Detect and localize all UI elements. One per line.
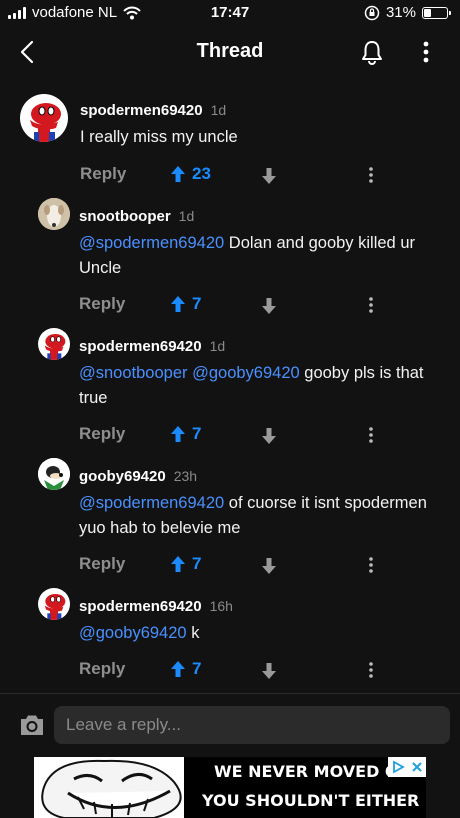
spiderman-avatar[interactable]: [20, 94, 68, 142]
thread-header: Thread: [0, 28, 460, 76]
upvote-arrow-icon: [171, 661, 185, 677]
comment: spodermen69420 1d I really miss my uncle …: [0, 90, 460, 200]
vote-count: 7: [192, 659, 202, 678]
mention-link[interactable]: @spodermen69420: [79, 234, 224, 252]
comment: spodermen69420 1d @snootbooper @gooby6942…: [0, 325, 460, 455]
goofy-avatar[interactable]: [38, 458, 70, 490]
comment-more-icon[interactable]: [367, 296, 375, 314]
status-bar: vodafone NL 17:47 31%: [0, 0, 460, 28]
username-text[interactable]: spodermen69420: [79, 598, 202, 615]
comment-more-icon[interactable]: [367, 166, 375, 184]
comment-time: 1d: [210, 102, 227, 118]
downvote-arrow-icon[interactable]: [261, 557, 277, 575]
username-text[interactable]: snootbooper: [79, 208, 171, 225]
comment-username[interactable]: spodermen69420 1d: [79, 338, 225, 355]
upvote-arrow-icon: [171, 556, 185, 572]
ad-banner[interactable]: WE NEVER MOVED O YOU SHOULDN'T EITHER: [34, 757, 426, 818]
comment-more-icon[interactable]: [367, 661, 375, 679]
mention-link[interactable]: @gooby69420: [192, 364, 300, 382]
vote-count: 7: [192, 554, 202, 573]
comment-time: 1d: [209, 338, 226, 354]
downvote-arrow-icon[interactable]: [261, 662, 277, 680]
upvote-arrow-icon: [171, 426, 185, 442]
spiderman-avatar[interactable]: [38, 588, 70, 620]
ad-subline: YOU SHOULDN'T EITHER: [202, 791, 420, 810]
comment-username[interactable]: spodermen69420 1d: [80, 102, 226, 119]
comment-username[interactable]: gooby69420 23h: [79, 468, 197, 485]
reply-button[interactable]: Reply: [79, 554, 125, 574]
username-text[interactable]: spodermen69420: [80, 102, 203, 119]
upvote-button[interactable]: 7: [170, 294, 201, 314]
camera-icon[interactable]: [18, 712, 46, 738]
close-icon[interactable]: [411, 761, 423, 773]
battery-percent: 31%: [385, 4, 416, 21]
upvote-button[interactable]: 7: [170, 554, 201, 574]
reply-button[interactable]: Reply: [79, 424, 125, 444]
downvote-arrow-icon[interactable]: [261, 427, 277, 445]
reply-button[interactable]: Reply: [79, 294, 125, 314]
mention-link[interactable]: @spodermen69420: [79, 494, 224, 512]
reply-button[interactable]: Reply: [80, 164, 126, 184]
orientation-lock-icon: [364, 5, 380, 20]
comment: gooby69420 23h @spodermen69420 of cuorse …: [0, 455, 460, 585]
comment: snootbooper 1d @spodermen69420 Dolan and …: [0, 195, 460, 325]
reply-input[interactable]: [54, 706, 450, 744]
status-right: 31%: [364, 4, 451, 21]
battery-icon: [422, 6, 451, 19]
comment: spodermen69420 16h @gooby69420 k Reply 7: [0, 585, 460, 690]
reply-compose-bar: [0, 694, 460, 756]
upvote-button[interactable]: 7: [170, 659, 201, 679]
vote-count: 7: [192, 294, 202, 313]
comment-time: 23h: [173, 468, 198, 484]
comment-time: 1d: [178, 208, 195, 224]
spiderman-avatar[interactable]: [38, 328, 70, 360]
username-text[interactable]: gooby69420: [79, 468, 166, 485]
comment-text: k: [191, 624, 200, 642]
comment-body: @spodermen69420 Dolan and gooby killed u…: [79, 231, 436, 281]
comment-time: 16h: [209, 598, 233, 614]
vote-count: 7: [192, 424, 202, 443]
adchoices-icon[interactable]: [391, 760, 405, 774]
username-text[interactable]: spodermen69420: [79, 338, 202, 355]
trollface-image: [34, 757, 214, 818]
upvote-button[interactable]: 23: [170, 164, 211, 184]
upvote-arrow-icon: [171, 296, 185, 312]
upvote-arrow-icon: [171, 166, 185, 182]
vote-count: 23: [192, 164, 211, 183]
dog-avatar[interactable]: [38, 198, 70, 230]
bell-icon[interactable]: [358, 38, 386, 66]
mention-link[interactable]: @gooby69420: [79, 624, 187, 642]
comment-body: @spodermen69420 of cuorse it isnt spoder…: [79, 491, 436, 541]
mention-link[interactable]: @snootbooper: [79, 364, 188, 382]
downvote-arrow-icon[interactable]: [261, 297, 277, 315]
ad-headline: WE NEVER MOVED O: [214, 762, 399, 781]
comment-more-icon[interactable]: [367, 426, 375, 444]
downvote-arrow-icon[interactable]: [261, 167, 277, 185]
comment-username[interactable]: snootbooper 1d: [79, 208, 194, 225]
comment-body: @snootbooper @gooby69420 gooby pls is th…: [79, 361, 436, 411]
comment-body: I really miss my uncle: [80, 125, 436, 150]
more-options-icon[interactable]: [414, 38, 438, 66]
comment-more-icon[interactable]: [367, 556, 375, 574]
comment-body: @gooby69420 k: [79, 621, 436, 646]
upvote-button[interactable]: 7: [170, 424, 201, 444]
page-title: Thread: [196, 40, 264, 62]
reply-button[interactable]: Reply: [79, 659, 125, 679]
comment-text: I really miss my uncle: [80, 128, 238, 146]
adchoices-badge[interactable]: [388, 757, 426, 777]
comment-username[interactable]: spodermen69420 16h: [79, 598, 233, 615]
